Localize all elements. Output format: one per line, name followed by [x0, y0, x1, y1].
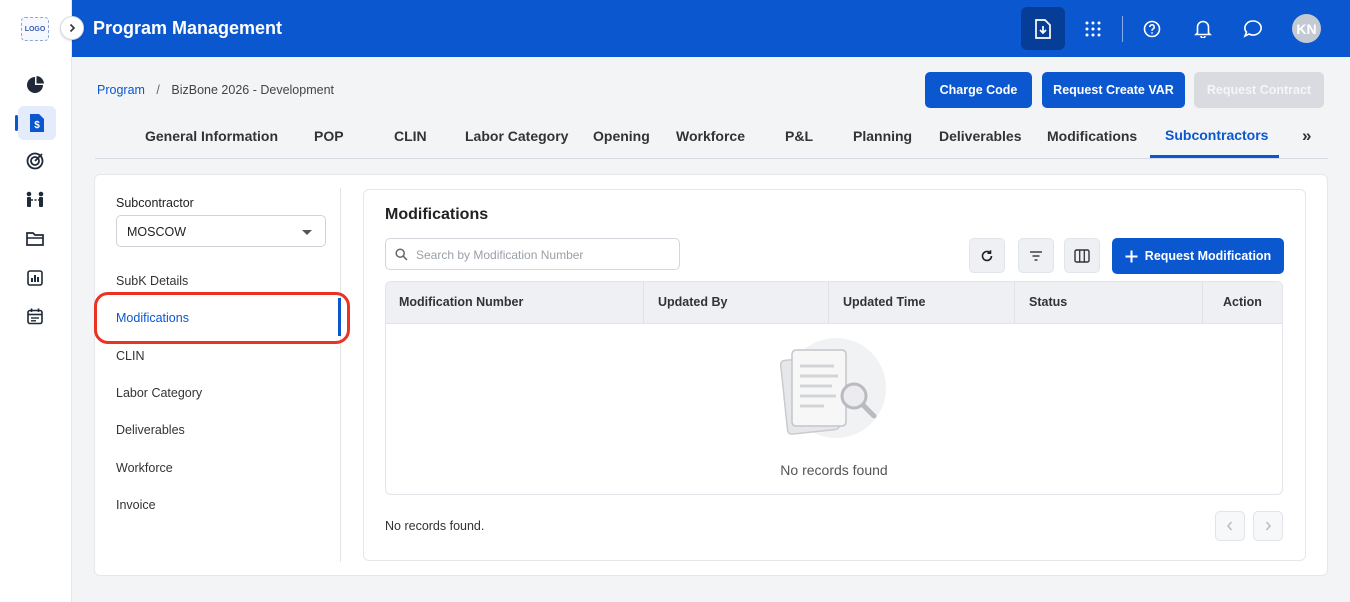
tab-opening[interactable]: Opening — [593, 128, 650, 144]
sidebar-item-invoice[interactable]: Invoice — [116, 498, 156, 512]
dashboard-icon[interactable] — [20, 70, 50, 100]
column-divider — [1014, 282, 1015, 324]
tab-deliverables[interactable]: Deliverables — [939, 128, 1022, 144]
empty-records-illustration — [779, 338, 886, 438]
tab-clin[interactable]: CLIN — [394, 128, 427, 144]
sidebar-divider — [340, 188, 341, 562]
sidebar-item-workforce[interactable]: Workforce — [116, 461, 173, 475]
modifications-table: Modification Number Updated By Updated T… — [385, 281, 1283, 495]
tab-workforce[interactable]: Workforce — [676, 128, 745, 144]
columns-icon — [1074, 248, 1090, 263]
chat-button[interactable] — [1231, 7, 1275, 50]
tab-modifications[interactable]: Modifications — [1047, 128, 1137, 144]
records-footer-text: No records found. — [385, 519, 485, 533]
more-tabs-button[interactable]: » — [1302, 126, 1311, 146]
sidebar-item-clin[interactable]: CLIN — [116, 349, 144, 363]
request-modification-button[interactable]: Request Modification — [1112, 238, 1284, 274]
caret-down-icon — [302, 230, 312, 235]
finance-doc-icon[interactable]: $ — [18, 106, 56, 140]
help-button[interactable] — [1130, 7, 1174, 50]
topbar-divider — [1122, 16, 1123, 42]
charge-code-button[interactable]: Charge Code — [925, 72, 1032, 108]
plus-icon — [1125, 250, 1138, 262]
panel-title: Modifications — [385, 206, 489, 223]
tab-labor-category[interactable]: Labor Category — [465, 128, 568, 144]
subcontractor-select[interactable]: MOSCOW — [116, 215, 326, 247]
folder-icon[interactable] — [20, 224, 50, 254]
app-title: Program Management — [93, 18, 283, 38]
prev-page-button[interactable] — [1215, 511, 1245, 541]
subcontractor-value: MOSCOW — [127, 225, 187, 239]
tab-general-information[interactable]: General Information — [145, 128, 278, 144]
report-icon[interactable] — [20, 263, 50, 293]
breadcrumb-program-link[interactable]: Program — [97, 83, 145, 97]
breadcrumb-separator: / — [156, 83, 160, 97]
column-divider — [828, 282, 829, 324]
top-bar: Program Management KN — [72, 0, 1350, 57]
rail-toggle-button[interactable] — [60, 16, 84, 40]
col-updated-by[interactable]: Updated By — [658, 295, 727, 309]
col-updated-time[interactable]: Updated Time — [843, 295, 925, 309]
user-avatar[interactable]: KN — [1292, 14, 1321, 43]
download-doc-button[interactable] — [1021, 7, 1065, 50]
column-divider — [1202, 282, 1203, 324]
sidebar-item-subk-details[interactable]: SubK Details — [116, 274, 188, 288]
sidebar-item-labor-category[interactable]: Labor Category — [116, 386, 202, 400]
tab-planning[interactable]: Planning — [853, 128, 912, 144]
active-tab-indicator — [1150, 155, 1279, 158]
search-box — [385, 238, 680, 270]
svg-text:$: $ — [34, 120, 40, 131]
team-icon[interactable] — [20, 185, 50, 215]
filter-icon — [1030, 250, 1042, 261]
tab-subcontractors[interactable]: Subcontractors — [1165, 127, 1268, 143]
empty-state-message: No records found — [780, 462, 888, 478]
next-page-button[interactable] — [1253, 511, 1283, 541]
tab-pop[interactable]: POP — [314, 128, 344, 144]
bell-icon — [1194, 20, 1212, 38]
table-header: Modification Number Updated By Updated T… — [386, 282, 1282, 324]
app-logo: LOGO — [21, 17, 49, 41]
search-input[interactable] — [416, 245, 671, 265]
col-action: Action — [1223, 295, 1262, 309]
breadcrumb-current: BizBone 2026 - Development — [171, 83, 334, 97]
calendar-icon[interactable] — [20, 301, 50, 331]
breadcrumb: Program / BizBone 2026 - Development — [97, 83, 334, 97]
apps-button[interactable] — [1071, 7, 1115, 50]
column-divider — [643, 282, 644, 324]
request-modification-label: Request Modification — [1144, 249, 1272, 263]
chat-icon — [1243, 20, 1262, 38]
left-rail: LOGO $ — [0, 0, 72, 602]
col-status[interactable]: Status — [1029, 295, 1067, 309]
request-create-var-button[interactable]: Request Create VAR — [1042, 72, 1185, 108]
chevron-left-icon — [1227, 521, 1233, 531]
download-doc-icon — [1035, 18, 1051, 39]
tab-bar: General Information POP CLIN Labor Categ… — [95, 118, 1328, 159]
highlight-annotation — [94, 292, 350, 344]
col-modification-number[interactable]: Modification Number — [399, 295, 523, 309]
chevron-right-icon — [1265, 521, 1271, 531]
apps-grid-icon — [1085, 21, 1101, 36]
target-icon[interactable] — [20, 146, 50, 176]
filter-button[interactable] — [1018, 238, 1054, 273]
sidebar-item-deliverables[interactable]: Deliverables — [116, 423, 185, 437]
chevron-right-icon — [69, 23, 76, 33]
help-icon — [1143, 20, 1161, 37]
tab-pl[interactable]: P&L — [785, 128, 813, 144]
columns-button[interactable] — [1064, 238, 1100, 273]
request-contract-button[interactable]: Request Contract — [1194, 72, 1324, 108]
notifications-button[interactable] — [1181, 7, 1225, 50]
search-icon — [395, 248, 408, 261]
refresh-icon — [981, 249, 993, 261]
refresh-button[interactable] — [969, 238, 1005, 273]
subcontractor-label: Subcontractor — [116, 196, 194, 210]
